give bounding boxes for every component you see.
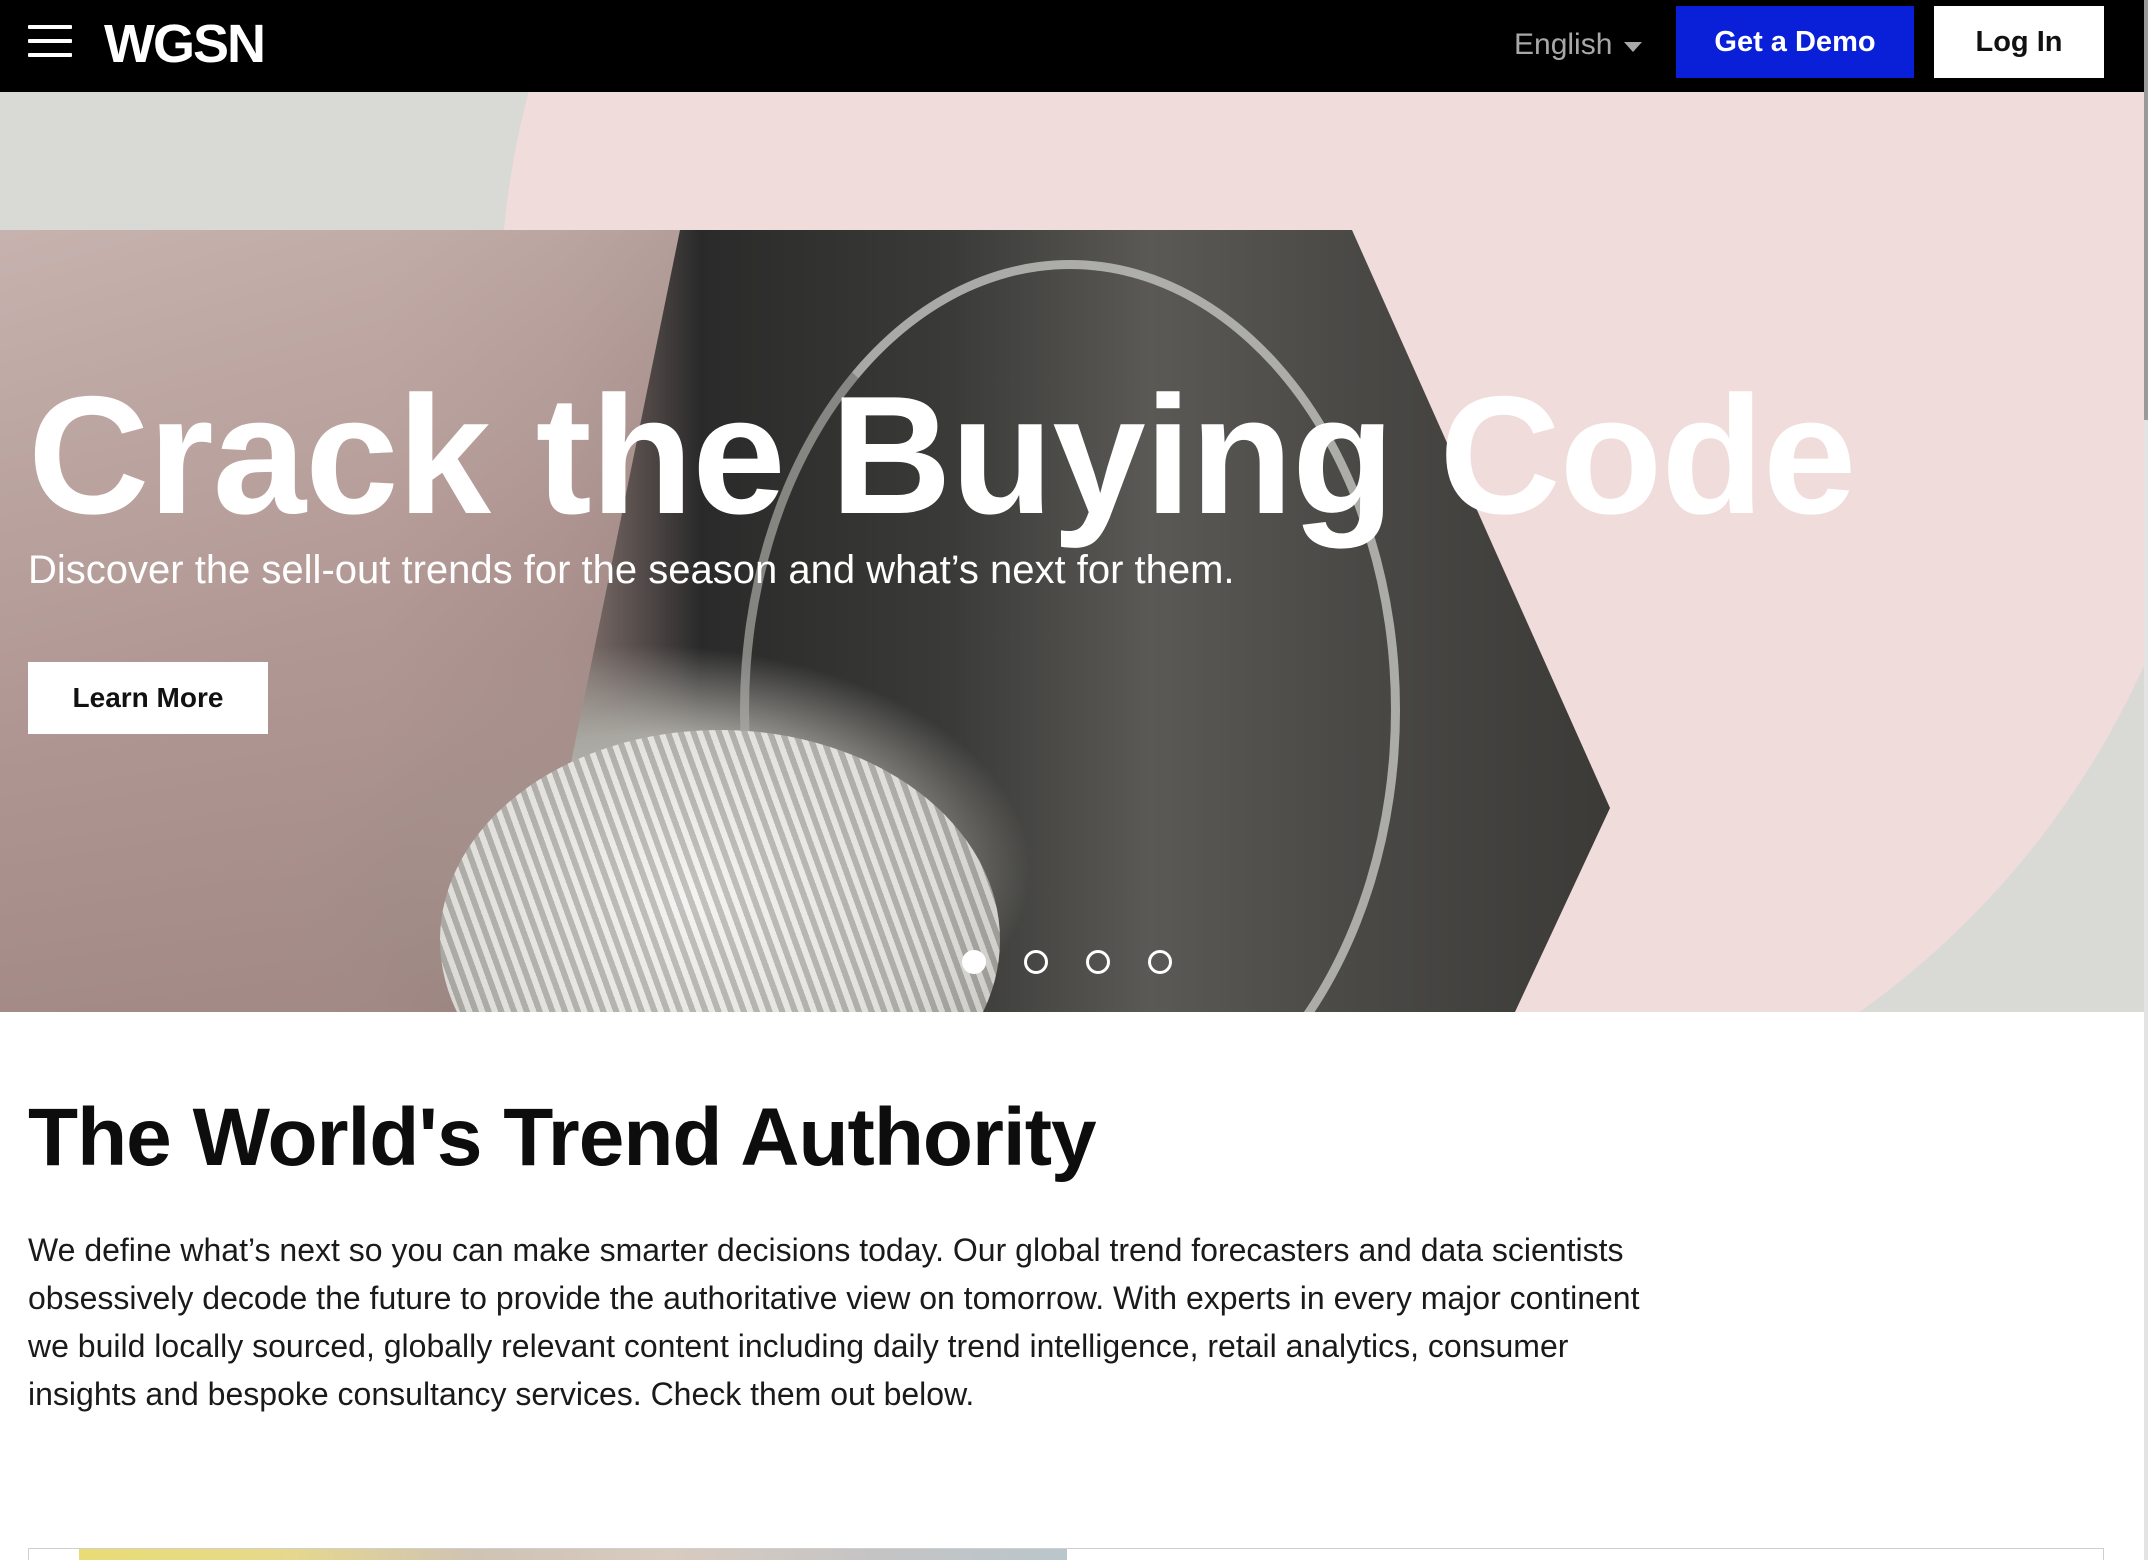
product-card-image	[79, 1549, 1067, 1560]
carousel-dot-3[interactable]	[1086, 950, 1110, 974]
carousel-dot-2[interactable]	[1024, 950, 1048, 974]
wgsn-logo[interactable]: WGSN	[104, 14, 266, 74]
chevron-down-icon	[1624, 42, 1643, 52]
language-label: English	[1514, 28, 1613, 61]
hero-image-handbag	[0, 230, 1610, 1012]
get-demo-button[interactable]: Get a Demo	[1676, 6, 1914, 78]
hamburger-line	[28, 25, 72, 29]
hero-subtitle: Discover the sell-out trends for the sea…	[28, 548, 1235, 592]
carousel-dot-1[interactable]	[962, 950, 986, 974]
hamburger-line	[28, 39, 72, 43]
page-scrollbar[interactable]	[2144, 0, 2148, 1560]
hamburger-menu-icon[interactable]	[28, 23, 72, 59]
product-card-preview[interactable]	[28, 1548, 2104, 1560]
login-button[interactable]: Log In	[1934, 6, 2104, 78]
intro-paragraph: We define what’s next so you can make sm…	[28, 1232, 1640, 1412]
hero-carousel: Crack the Buying Code Discover the sell-…	[0, 92, 2144, 1012]
learn-more-button[interactable]: Learn More	[28, 662, 268, 734]
hero-title: Crack the Buying Code	[28, 361, 1856, 549]
section-heading: The World's Trend Authority	[28, 1092, 1097, 1183]
hamburger-line	[28, 53, 72, 57]
top-navigation-bar: WGSN English Get a Demo Log In	[0, 0, 2144, 92]
carousel-dot-4[interactable]	[1148, 950, 1172, 974]
scrollbar-thumb[interactable]	[2144, 0, 2148, 420]
language-selector[interactable]: English	[1514, 22, 1643, 68]
carousel-pagination	[962, 950, 1172, 974]
